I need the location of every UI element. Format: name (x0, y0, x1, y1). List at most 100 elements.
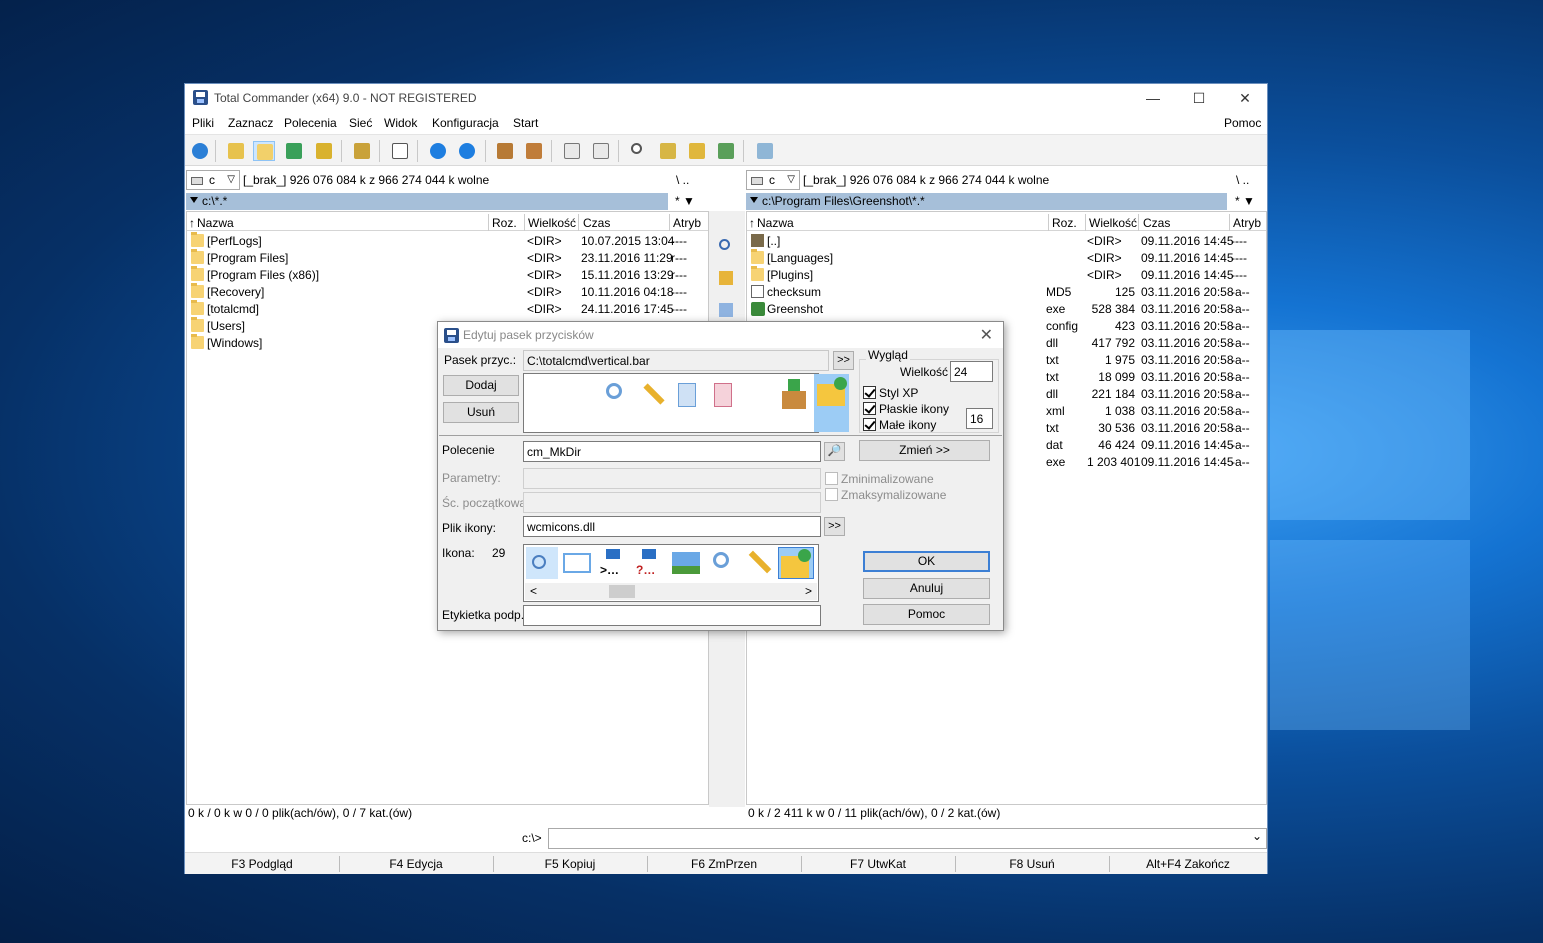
left-filter-button[interactable]: * ▼ (675, 194, 695, 208)
forward-button[interactable] (456, 141, 478, 161)
pencil-icon[interactable] (638, 379, 668, 409)
filter-run-icon[interactable]: >… (596, 547, 628, 579)
new-folder-icon[interactable] (814, 374, 849, 432)
notebook-button[interactable] (754, 141, 776, 161)
f8-delete-button[interactable]: F8 Usuń (955, 857, 1109, 871)
f5-copy-button[interactable]: F5 Kopiuj (493, 857, 647, 871)
table-row[interactable]: checksum MD5 125 03.11.2016 20:58 -a-- (747, 283, 1266, 300)
search-button[interactable] (628, 141, 650, 161)
copy-icon[interactable] (672, 379, 702, 409)
search-file-icon[interactable] (526, 547, 558, 579)
altf4-exit-button[interactable]: Alt+F4 Zakończ (1111, 857, 1265, 871)
url-connect-button[interactable] (590, 141, 612, 161)
tree-view-button[interactable] (313, 141, 335, 161)
brief-view-button[interactable] (225, 141, 247, 161)
search-vbutton[interactable] (719, 239, 735, 255)
f3-view-button[interactable]: F3 Podgląd (185, 857, 339, 871)
back-button[interactable] (427, 141, 449, 161)
right-col-name[interactable]: Nazwa (757, 216, 794, 231)
left-col-date[interactable]: Czas (583, 216, 610, 231)
icon-scrollbar[interactable]: < > (525, 583, 817, 600)
search-icon[interactable] (707, 547, 739, 579)
bar-browse-button[interactable]: >> (833, 351, 854, 370)
params-field[interactable] (523, 468, 821, 489)
table-row[interactable]: [Plugins] <DIR> 09.11.2016 14:45 ---- (747, 266, 1266, 283)
tooltip-field[interactable] (523, 605, 821, 626)
menu-konfiguracja[interactable]: Konfiguracja (432, 116, 499, 130)
bar-file-field[interactable]: C:\totalcmd\vertical.bar (523, 350, 829, 371)
left-col-attr[interactable]: Atryb (673, 216, 701, 231)
right-filter-button[interactable]: * ▼ (1235, 194, 1255, 208)
change-button[interactable]: Zmień >> (859, 440, 990, 461)
new-folder-icon[interactable] (778, 547, 814, 579)
minimize-button[interactable]: — (1130, 84, 1176, 112)
maximized-checkbox[interactable] (825, 488, 838, 501)
table-row[interactable]: [Languages] <DIR> 09.11.2016 14:45 ---- (747, 249, 1266, 266)
window-icon[interactable] (561, 547, 593, 579)
refresh-button[interactable] (189, 141, 211, 161)
table-row[interactable]: [Users] (187, 317, 437, 334)
pencil-icon[interactable] (743, 547, 775, 579)
menu-start[interactable]: Start (513, 116, 538, 130)
small-size-field[interactable]: 16 (966, 408, 993, 429)
left-root-up-buttons[interactable]: \ .. (676, 173, 689, 187)
f6-move-button[interactable]: F6 ZmPrzen (647, 857, 801, 871)
thumbnails-button[interactable] (283, 141, 305, 161)
ftp-connect-button[interactable] (561, 141, 583, 161)
add-button[interactable]: Dodaj (443, 375, 519, 396)
copy-vbutton[interactable] (719, 303, 735, 319)
left-drive-select[interactable]: c ▽ (186, 170, 240, 190)
small-icons-checkbox[interactable] (863, 418, 876, 431)
flat-icons-checkbox[interactable] (863, 402, 876, 415)
download-icon[interactable] (778, 379, 808, 409)
dialog-close-button[interactable]: ✕ (980, 325, 993, 345)
multi-rename-button[interactable] (657, 141, 679, 161)
filter-query-icon[interactable]: ?… (632, 547, 664, 579)
menu-siec[interactable]: Sieć (349, 116, 372, 130)
table-row[interactable]: [..] <DIR> 09.11.2016 14:45 ---- (747, 232, 1266, 249)
command-field[interactable]: cm_MkDir (523, 441, 821, 462)
start-path-field[interactable] (523, 492, 821, 513)
left-col-size[interactable]: Wielkość (528, 216, 576, 231)
minimized-checkbox[interactable] (825, 472, 838, 485)
full-view-button[interactable] (253, 141, 275, 161)
cancel-button[interactable]: Anuluj (863, 578, 990, 599)
xp-style-checkbox[interactable] (863, 386, 876, 399)
left-path-bar[interactable]: c:\*.* (186, 193, 668, 210)
menu-pomoc[interactable]: Pomoc (1224, 116, 1261, 130)
menu-zaznacz[interactable]: Zaznacz (228, 116, 273, 130)
scroll-thumb[interactable] (609, 585, 635, 598)
menu-widok[interactable]: Widok (384, 116, 417, 130)
right-col-date[interactable]: Czas (1143, 216, 1170, 231)
table-row[interactable]: [Program Files (x86)] <DIR> 15.11.2016 13:… (187, 266, 708, 283)
menu-polecenia[interactable]: Polecenia (284, 116, 337, 130)
icon-file-browse-button[interactable]: >> (824, 517, 845, 536)
right-drive-select[interactable]: c ▽ (746, 170, 800, 190)
table-row[interactable]: [PerfLogs] <DIR> 10.07.2015 13:04 ---- (187, 232, 708, 249)
right-path-bar[interactable]: c:\Program Files\Greenshot\*.* (746, 193, 1227, 210)
f7-mkdir-button[interactable]: F7 UtwKat (801, 857, 955, 871)
chevron-down-icon[interactable]: ⌄ (1252, 829, 1262, 843)
command-search-button[interactable]: 🔎 (824, 442, 845, 461)
search-icon[interactable] (602, 379, 632, 409)
left-col-ext[interactable]: Roz. (492, 216, 517, 231)
table-row[interactable]: Greenshot exe 528 384 03.11.2016 20:58 -a-- (747, 300, 1266, 317)
maximize-button[interactable]: ☐ (1176, 84, 1222, 112)
icon-file-field[interactable]: wcmicons.dll (523, 516, 821, 537)
right-root-up-buttons[interactable]: \ .. (1236, 173, 1249, 187)
right-col-size[interactable]: Wielkość (1089, 216, 1137, 231)
right-col-ext[interactable]: Roz. (1052, 216, 1077, 231)
scroll-right-arrow[interactable]: > (805, 584, 812, 598)
close-button[interactable]: ✕ (1222, 84, 1268, 112)
table-row[interactable]: [Program Files] <DIR> 23.11.2016 11:29 r--- (187, 249, 708, 266)
table-row[interactable]: [Recovery] <DIR> 10.11.2016 04:18 ---- (187, 283, 708, 300)
help-button[interactable]: Pomoc (863, 604, 990, 625)
f4-edit-button[interactable]: F4 Edycja (339, 857, 493, 871)
pack-button[interactable] (494, 141, 516, 161)
sync-dirs-button[interactable] (351, 141, 373, 161)
cmd-input[interactable]: ⌄ (548, 828, 1267, 849)
unpack-button[interactable] (523, 141, 545, 161)
remove-button[interactable]: Usuń (443, 402, 519, 423)
table-row[interactable]: [totalcmd] <DIR> 24.11.2016 17:45 ---- (187, 300, 708, 317)
size-field[interactable]: 24 (950, 361, 993, 382)
